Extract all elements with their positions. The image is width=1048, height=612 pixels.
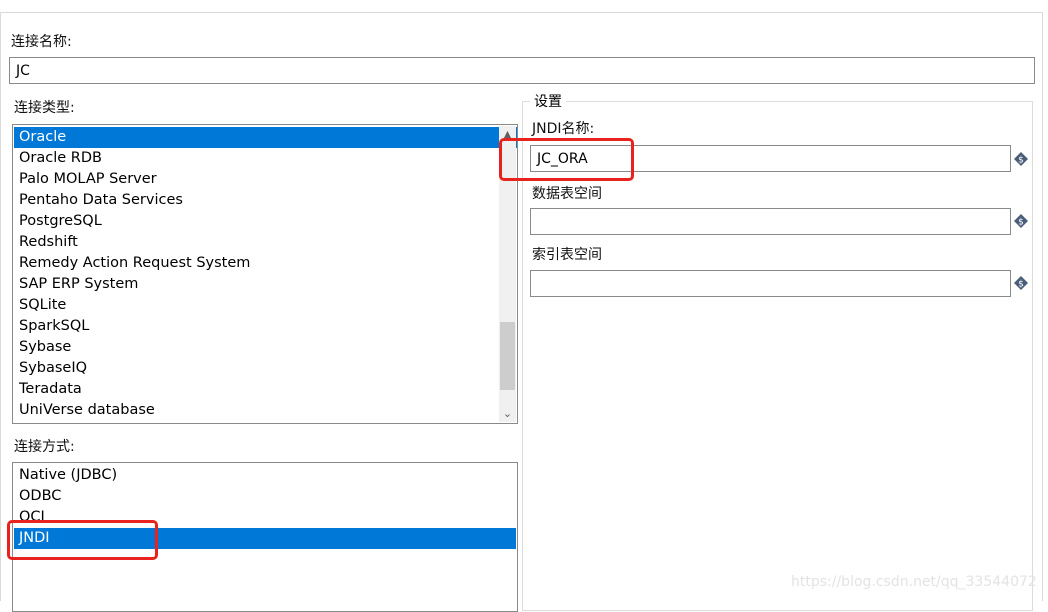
watermark-text: https://blog.csdn.net/qq_33544072 [791, 574, 1037, 590]
list-item[interactable]: SQLite [17, 295, 517, 316]
variable-diamond-icon[interactable]: $ [1014, 276, 1028, 290]
list-item[interactable]: Sybase [17, 337, 517, 358]
list-item[interactable]: Pentaho Data Services [17, 190, 517, 211]
annotation-highlight-jndi-method [7, 520, 158, 560]
list-item[interactable]: Remedy Action Request System [17, 253, 517, 274]
variable-diamond-icon[interactable]: $ [1014, 152, 1028, 166]
connection-name-label: 连接名称: [11, 34, 72, 50]
annotation-highlight-jndi-name [499, 138, 634, 181]
list-item[interactable]: Palo MOLAP Server [17, 169, 517, 190]
index-tablespace-input[interactable] [530, 270, 1011, 297]
tablespace-label: 数据表空间 [532, 186, 602, 202]
list-item[interactable]: SparkSQL [17, 316, 517, 337]
list-item[interactable]: Redshift [17, 232, 517, 253]
list-item[interactable]: Oracle RDB [17, 148, 517, 169]
list-item-oracle[interactable]: Oracle [14, 127, 517, 148]
list-item[interactable]: ODBC [17, 486, 517, 507]
list-item[interactable]: SAP ERP System [17, 274, 517, 295]
scroll-down-icon[interactable]: ⌄ [499, 405, 516, 422]
variable-diamond-icon[interactable]: $ [1014, 214, 1028, 228]
jndi-name-label: JNDI名称: [532, 121, 595, 137]
list-item[interactable]: PostgreSQL [17, 211, 517, 232]
connection-type-label: 连接类型: [14, 100, 75, 116]
svg-text:$: $ [1018, 156, 1024, 166]
list-item[interactable]: SybaseIQ [17, 358, 517, 379]
connection-name-input[interactable]: JC [9, 57, 1035, 84]
access-method-label: 连接方式: [14, 439, 75, 455]
tablespace-input[interactable] [530, 208, 1011, 235]
list-item[interactable]: UniVerse database [17, 400, 517, 421]
connection-type-list[interactable]: Oracle Oracle RDB Palo MOLAP Server Pent… [12, 124, 518, 424]
settings-title: 设置 [530, 91, 566, 111]
list-item[interactable]: Teradata [17, 379, 517, 400]
svg-text:$: $ [1018, 218, 1024, 228]
svg-text:$: $ [1018, 280, 1024, 290]
list-item[interactable]: Native (JDBC) [17, 465, 517, 486]
index-tablespace-label: 索引表空间 [532, 247, 602, 263]
scrollbar-thumb[interactable] [500, 322, 515, 390]
